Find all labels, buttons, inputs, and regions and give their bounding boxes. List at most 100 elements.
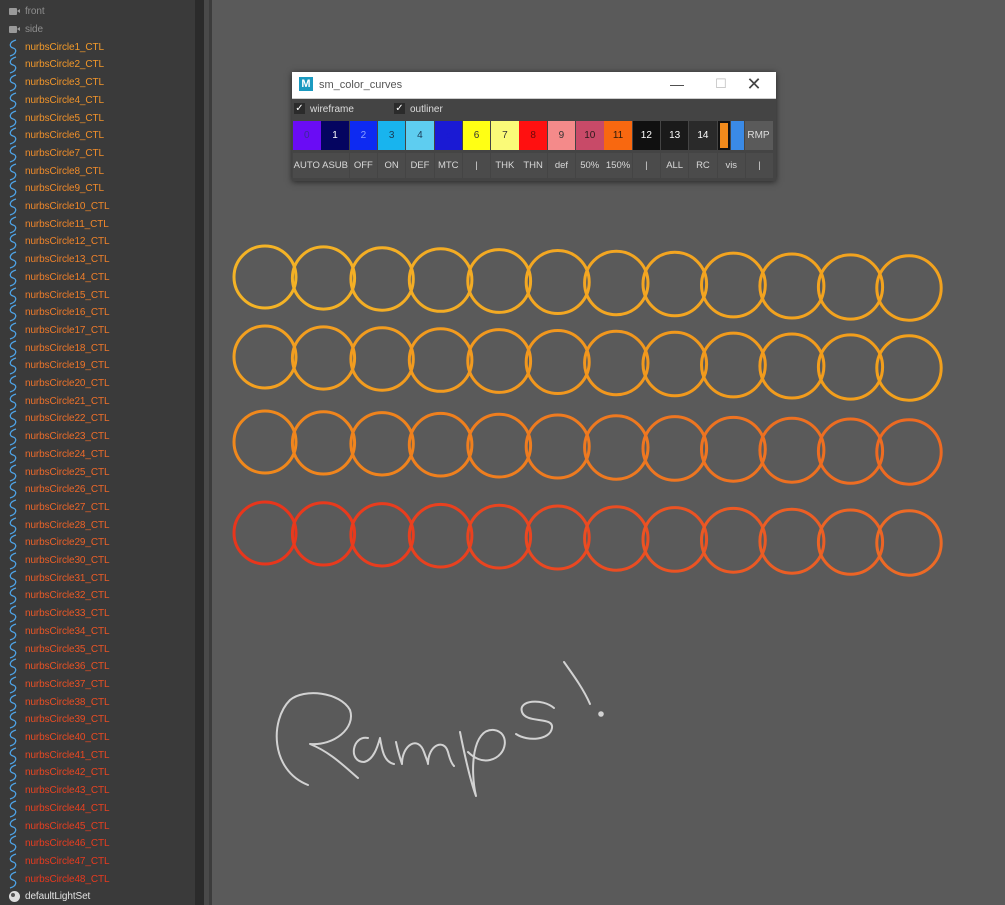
rc-button[interactable]: RC: [689, 153, 717, 178]
color-swatch-4[interactable]: 4: [406, 121, 434, 150]
nurbs-circle-curve[interactable]: [290, 245, 357, 311]
outliner-item-nurbs-circle[interactable]: nurbsCircle24_CTL: [0, 446, 195, 464]
color-swatch-extra-15[interactable]: [717, 121, 730, 150]
mtc-button[interactable]: MTC: [434, 153, 462, 178]
nurbs-circle-curve[interactable]: [641, 330, 709, 398]
outliner-item-nurbs-circle[interactable]: nurbsCircle13_CTL: [0, 251, 195, 269]
outliner-item-nurbs-circle[interactable]: nurbsCircle48_CTL: [0, 870, 195, 889]
outliner-item-nurbs-circle[interactable]: nurbsCircle12_CTL: [0, 233, 195, 252]
outliner-checkbox[interactable]: ✓: [394, 103, 405, 114]
outliner-item-nurbs-circle[interactable]: nurbsCircle35_CTL: [0, 640, 195, 659]
outliner-item-nurbs-circle[interactable]: nurbsCircle34_CTL: [0, 623, 195, 641]
outliner-item-nurbs-circle[interactable]: nurbsCircle6_CTL: [0, 127, 195, 145]
nurbs-circle-curve[interactable]: [758, 507, 826, 575]
outliner-item-nurbs-circle[interactable]: nurbsCircle30_CTL: [0, 552, 195, 570]
outliner-item-nurbs-circle[interactable]: nurbsCircle39_CTL: [0, 711, 195, 729]
outliner-item-nurbs-circle[interactable]: nurbsCircle21_CTL: [0, 392, 195, 411]
outliner-item-nurbs-circle[interactable]: nurbsCircle11_CTL: [0, 215, 195, 234]
color-swatch-9[interactable]: 9: [547, 121, 576, 150]
nurbs-circle-curve[interactable]: [466, 248, 533, 314]
color-swatch-6[interactable]: 6: [462, 121, 491, 150]
vis-button[interactable]: vis: [717, 153, 745, 178]
nurbs-circle-curve[interactable]: [466, 503, 533, 570]
outliner-item-camera-side[interactable]: side: [0, 21, 195, 39]
outliner-item-nurbs-circle[interactable]: nurbsCircle14_CTL: [0, 269, 195, 287]
separator-button[interactable]: |: [745, 153, 774, 178]
window-titlebar[interactable]: M sm_color_curves — ☐ ✕: [292, 72, 776, 99]
on-button[interactable]: ON: [377, 153, 406, 178]
nurbs-circle-curve[interactable]: [583, 329, 650, 397]
nurbs-circle-curve[interactable]: [290, 325, 357, 391]
nurbs-circle-curve[interactable]: [875, 509, 943, 577]
outliner-item-nurbs-circle[interactable]: nurbsCircle45_CTL: [0, 817, 195, 836]
outliner-item-nurbs-circle[interactable]: nurbsCircle15_CTL: [0, 286, 195, 305]
ramp-button[interactable]: RMP: [744, 121, 773, 150]
outliner-item-nurbs-circle[interactable]: nurbsCircle26_CTL: [0, 481, 195, 499]
outliner-item-nurbs-circle[interactable]: nurbsCircle2_CTL: [0, 56, 195, 75]
nurbs-circle-curve[interactable]: [641, 415, 709, 482]
nurbs-circle-curve[interactable]: [816, 333, 885, 401]
nurbs-circle-curve[interactable]: [232, 409, 298, 475]
color-swatch-13[interactable]: 13: [660, 121, 689, 150]
color-swatch-extra-16[interactable]: [730, 121, 744, 150]
nurbs-circle-curve[interactable]: [583, 249, 650, 317]
color-swatch-14[interactable]: 14: [689, 121, 717, 150]
separator-button[interactable]: |: [632, 153, 661, 178]
color-swatch-1[interactable]: 1: [321, 121, 349, 150]
asub-button[interactable]: ASUB: [321, 153, 349, 178]
outliner-item-nurbs-circle[interactable]: nurbsCircle29_CTL: [0, 534, 195, 552]
nurbs-circle-curve[interactable]: [349, 411, 415, 477]
outliner-item-nurbs-circle[interactable]: nurbsCircle7_CTL: [0, 145, 195, 163]
outliner-item-nurbs-circle[interactable]: nurbsCircle42_CTL: [0, 764, 195, 783]
outliner-item-nurbs-circle[interactable]: nurbsCircle36_CTL: [0, 658, 195, 676]
nurbs-circle-curve[interactable]: [700, 251, 767, 319]
outliner-item-nurbs-circle[interactable]: nurbsCircle33_CTL: [0, 605, 195, 623]
nurbs-circle-curve[interactable]: [816, 508, 885, 576]
color-swatch-5[interactable]: 5: [434, 121, 462, 150]
nurbs-circle-curve[interactable]: [407, 502, 474, 569]
nurbs-circle-curve[interactable]: [232, 244, 298, 310]
nurbs-circle-curve[interactable]: [349, 246, 415, 312]
color-swatch-3[interactable]: 3: [377, 121, 406, 150]
outliner-item-nurbs-circle[interactable]: nurbsCircle17_CTL: [0, 322, 195, 340]
nurbs-circle-curve[interactable]: [349, 502, 415, 568]
nurbs-circle-curve[interactable]: [524, 413, 591, 480]
nurbs-circle-curve[interactable]: [232, 500, 298, 566]
nurbs-circle-curve[interactable]: [875, 254, 943, 322]
color-swatch-7[interactable]: 7: [491, 121, 519, 150]
thk-button[interactable]: THK: [491, 153, 519, 178]
outliner-item-nurbs-circle[interactable]: nurbsCircle18_CTL: [0, 339, 195, 358]
color-swatch-10[interactable]: 10: [576, 121, 604, 150]
nurbs-circle-curve[interactable]: [641, 250, 709, 318]
outliner-item-nurbs-circle[interactable]: nurbsCircle32_CTL: [0, 587, 195, 606]
nurbs-circle-curve[interactable]: [583, 505, 650, 572]
nurbs-circle-curve[interactable]: [758, 332, 826, 400]
nurbs-circle-curve[interactable]: [407, 411, 474, 478]
nurbs-circle-curve[interactable]: [816, 417, 885, 485]
nurbs-circle-curve[interactable]: [816, 253, 885, 321]
outliner-item-nurbs-circle[interactable]: nurbsCircle47_CTL: [0, 853, 195, 871]
color-swatch-11[interactable]: 11: [604, 121, 632, 150]
nurbs-circle-curve[interactable]: [524, 504, 591, 571]
thn-button[interactable]: THN: [519, 153, 547, 178]
nurbs-circle-curve[interactable]: [407, 327, 474, 393]
outliner-item-nurbs-circle[interactable]: nurbsCircle16_CTL: [0, 304, 195, 322]
auto-button[interactable]: AUTO: [293, 153, 321, 178]
close-button[interactable]: ✕: [732, 74, 776, 96]
outliner-item-camera-front[interactable]: front: [0, 3, 195, 21]
outliner-item-nurbs-circle[interactable]: nurbsCircle20_CTL: [0, 375, 195, 393]
outliner-item-nurbs-circle[interactable]: nurbsCircle9_CTL: [0, 180, 195, 198]
150pct-button[interactable]: 150%: [604, 153, 632, 178]
outliner-item-nurbs-circle[interactable]: nurbsCircle3_CTL: [0, 74, 195, 92]
outliner-item-nurbs-circle[interactable]: nurbsCircle8_CTL: [0, 162, 195, 181]
nurbs-circle-curve[interactable]: [524, 249, 591, 315]
nurbs-circle-curve[interactable]: [407, 247, 474, 313]
outliner-item-nurbs-circle[interactable]: nurbsCircle4_CTL: [0, 92, 195, 110]
outliner-item-nurbs-circle[interactable]: nurbsCircle44_CTL: [0, 800, 195, 818]
nurbs-circle-curve[interactable]: [466, 412, 533, 479]
nurbs-circle-curve[interactable]: [583, 414, 650, 481]
nurbs-circle-curve[interactable]: [758, 416, 826, 484]
separator-button[interactable]: |: [462, 153, 491, 178]
nurbs-circle-curve[interactable]: [758, 252, 826, 320]
def-button[interactable]: def: [547, 153, 576, 178]
